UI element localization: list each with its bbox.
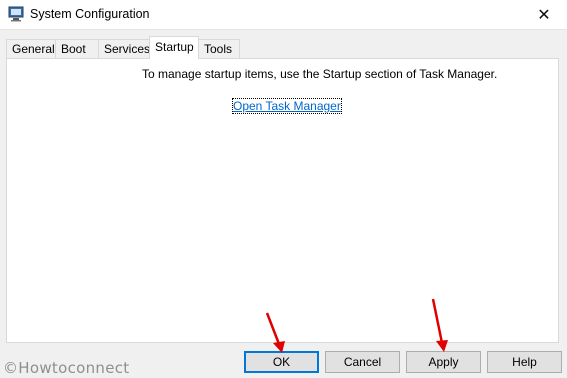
tab-general[interactable]: General: [6, 39, 56, 58]
tab-label: General: [12, 42, 55, 56]
help-button-label: Help: [512, 355, 537, 369]
ok-button[interactable]: OK: [244, 351, 319, 373]
tab-boot[interactable]: Boot: [55, 39, 99, 58]
system-config-icon: [8, 6, 24, 22]
close-button[interactable]: ✕: [521, 0, 567, 30]
tab-label: Boot: [61, 42, 86, 56]
red-arrow-icon: [431, 298, 448, 352]
cancel-button-label: Cancel: [343, 355, 382, 369]
watermark: ©Howtoconnect: [3, 359, 130, 377]
apply-button[interactable]: Apply: [406, 351, 481, 373]
cancel-button[interactable]: Cancel: [325, 351, 400, 373]
ok-button-label: OK: [272, 355, 291, 369]
startup-message: To manage startup items, use the Startup…: [142, 67, 498, 81]
tab-label: Services: [104, 42, 151, 56]
tab-startup[interactable]: Startup: [149, 36, 199, 59]
open-task-manager-link[interactable]: Open Task Manager: [232, 98, 342, 114]
help-button[interactable]: Help: [487, 351, 562, 373]
red-arrow-icon: [265, 312, 285, 353]
title-bar: System Configuration ✕: [0, 0, 567, 30]
tab-tools[interactable]: Tools: [198, 39, 240, 58]
window-title: System Configuration: [30, 7, 150, 21]
tab-services[interactable]: Services: [98, 39, 150, 58]
tab-label: Tools: [204, 42, 233, 56]
apply-button-label: Apply: [428, 355, 459, 369]
close-icon: ✕: [537, 7, 551, 24]
tab-label: Startup: [155, 40, 194, 54]
